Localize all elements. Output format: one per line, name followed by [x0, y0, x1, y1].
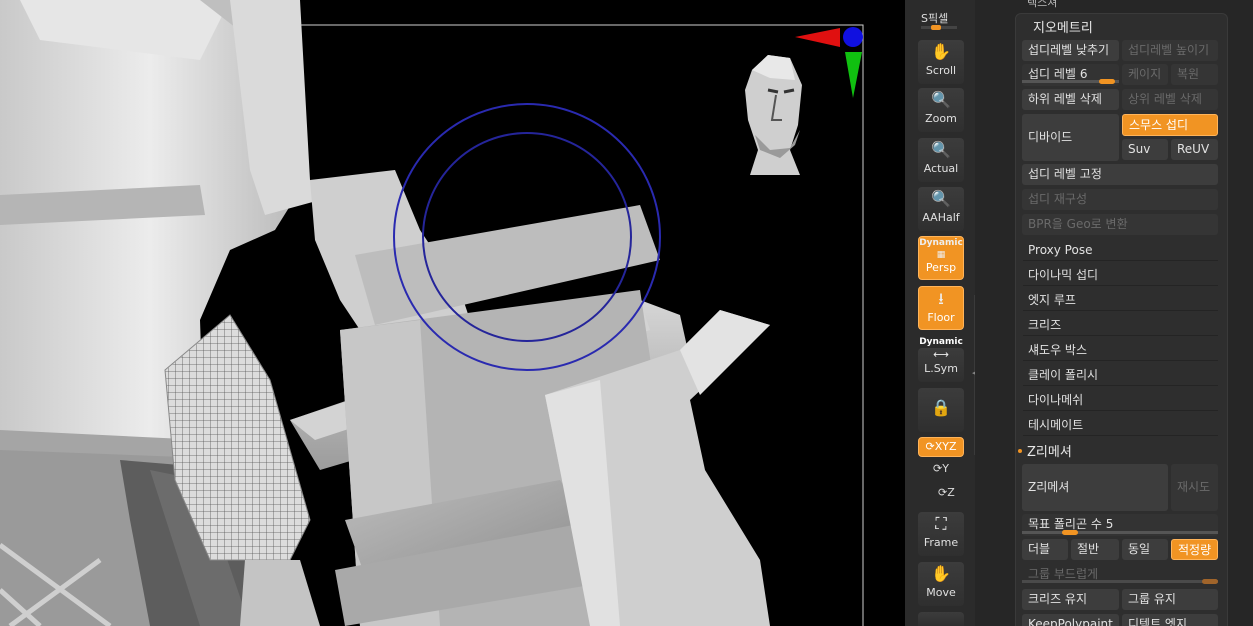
frame-button-label: Frame	[923, 536, 959, 549]
menu-dynamic-subdiv[interactable]: 다이나믹 섭디	[1023, 264, 1218, 286]
subdiv-level-knob[interactable]	[1099, 79, 1115, 84]
aahalf-button[interactable]: 🔍 AAHalf	[918, 187, 964, 231]
detect-edges-button[interactable]: 디텍트 엣지	[1122, 614, 1218, 626]
menu-edge-loop[interactable]: 엣지 루프	[1023, 289, 1218, 311]
hand-move-icon: ✋	[931, 42, 951, 61]
actual-button[interactable]: 🔍 Actual	[918, 138, 964, 182]
floor-button[interactable]: ⭳ Floor	[918, 286, 964, 330]
keep-groups-button[interactable]: 그룹 유지	[1122, 589, 1218, 610]
sculpt-model-render	[0, 0, 864, 626]
menu-crease[interactable]: 크리즈	[1023, 314, 1218, 336]
smooth-subdiv-toggle[interactable]: 스무스 섭디	[1122, 114, 1218, 136]
persp-dynamic-label: Dynamic	[919, 238, 963, 248]
persp-button-label: Persp	[925, 261, 957, 274]
magnifier-actual-icon: 🔍	[931, 140, 951, 159]
frame-button[interactable]: ⛶ Frame	[918, 512, 964, 556]
half-button[interactable]: 절반	[1071, 539, 1119, 560]
higher-subdiv-button[interactable]: 섭디레벨 높이기	[1122, 40, 1218, 61]
rotate-y-button[interactable]: ⟳Y	[933, 462, 949, 475]
spix-slider[interactable]	[921, 25, 957, 30]
frame-icon: ⛶	[935, 514, 947, 533]
subdiv-level-label: 섭디 레벨	[1028, 67, 1076, 81]
double-button[interactable]: 더블	[1022, 539, 1068, 560]
bpr-to-geo-button[interactable]: BPR을 Geo로 변환	[1022, 214, 1218, 235]
hand-move-icon: ✋	[931, 564, 951, 583]
menu-clay-polish[interactable]: 클레이 폴리시	[1023, 364, 1218, 386]
zremesher-button[interactable]: Z리메셔	[1022, 464, 1168, 511]
xyz-button-label: XYZ	[934, 440, 957, 453]
shelf-next-button[interactable]	[918, 612, 964, 626]
tool-panel: 텍스쳐 지오메트리 섭디레벨 낮추기 섭디레벨 높이기 섭디 레벨 6 케이지 …	[975, 0, 1253, 626]
divide-button[interactable]: 디바이드	[1022, 114, 1119, 161]
rotate-z-button[interactable]: ⟳Z	[938, 486, 955, 499]
3d-viewport[interactable]	[0, 0, 905, 626]
delete-higher-button[interactable]: 상위 레벨 삭제	[1122, 89, 1218, 110]
lsym-button-label: L.Sym	[924, 362, 958, 375]
axis-gizmo	[795, 27, 863, 98]
perspective-grid-icon: Dynamic ▦	[919, 238, 963, 260]
target-polygons-track[interactable]	[1022, 531, 1218, 534]
scroll-button[interactable]: ✋ Scroll	[918, 40, 964, 84]
group-smooth-track[interactable]	[1022, 580, 1218, 583]
floor-icon: ⭳	[938, 289, 944, 308]
menu-tessimate[interactable]: 테시메이트	[1023, 414, 1218, 436]
adaptive-toggle[interactable]: 적정량	[1171, 539, 1218, 560]
delete-lower-button[interactable]: 하위 레벨 삭제	[1022, 89, 1119, 110]
lock-icon: 🔒	[931, 398, 951, 417]
rotate-y-label: Y	[942, 462, 949, 475]
keep-creases-button[interactable]: 크리즈 유지	[1022, 589, 1119, 610]
spix-slider-knob[interactable]	[931, 25, 941, 30]
magnifier-half-icon: 🔍	[931, 189, 951, 208]
zoom-button[interactable]: 🔍 Zoom	[918, 88, 964, 132]
cage-button[interactable]: 케이지	[1122, 64, 1168, 85]
rotate-xyz-icon: ⟳	[925, 440, 935, 453]
restore-button[interactable]: 복원	[1171, 64, 1218, 85]
menu-shadow-box[interactable]: 섀도우 박스	[1023, 339, 1218, 361]
lsym-dynamic-label: Dynamic	[919, 337, 963, 347]
lsym-button[interactable]: ⟷ L.Sym	[918, 348, 964, 382]
right-shelf: S픽셀 ✋ Scroll 🔍 Zoom 🔍 Actual 🔍 AAHalf Dy…	[905, 0, 980, 626]
retry-button[interactable]: 재시도	[1171, 464, 1218, 511]
floor-button-label: Floor	[927, 311, 955, 324]
move-button-label: Move	[926, 586, 956, 599]
freeze-subdiv-button[interactable]: 섭디 레벨 고정	[1022, 164, 1218, 185]
same-button[interactable]: 동일	[1122, 539, 1168, 560]
lock-button[interactable]: 🔒	[918, 388, 964, 432]
geometry-title[interactable]: 지오메트리	[1033, 17, 1093, 36]
panel-top-label: 텍스쳐	[1027, 0, 1058, 9]
menu-dynamesh[interactable]: 다이나메쉬	[1023, 389, 1218, 411]
subdiv-level-value: 6	[1079, 67, 1088, 81]
target-polygons-label: 목표 폴리곤 수	[1028, 517, 1102, 531]
actual-button-label: Actual	[923, 162, 959, 175]
rotate-z-label: Z	[947, 486, 955, 499]
symmetry-arrows-icon: ⟷	[933, 348, 949, 361]
group-smooth-knob[interactable]	[1202, 579, 1218, 584]
target-polygons-value: 5	[1105, 517, 1114, 531]
zoom-button-label: Zoom	[925, 112, 957, 125]
suv-toggle[interactable]: Suv	[1122, 139, 1168, 160]
reuv-button[interactable]: ReUV	[1171, 139, 1218, 160]
move-button[interactable]: ✋ Move	[918, 562, 964, 606]
keep-polypaint-button[interactable]: KeepPolypaint	[1022, 614, 1119, 626]
xyz-button[interactable]: ⟳XYZ	[918, 437, 964, 457]
scroll-button-label: Scroll	[925, 64, 957, 77]
orientation-head-icon	[745, 55, 802, 175]
zremesher-title[interactable]: Z리메셔	[1027, 441, 1072, 460]
persp-button[interactable]: Dynamic ▦ Persp	[918, 236, 964, 280]
lower-subdiv-button[interactable]: 섭디레벨 낮추기	[1022, 40, 1119, 61]
menu-proxy-pose[interactable]: Proxy Pose	[1023, 239, 1218, 261]
spix-label: S픽셀	[921, 12, 949, 25]
aahalf-button-label: AAHalf	[922, 211, 960, 224]
zremesher-bullet-icon	[1018, 449, 1022, 453]
target-polygons-knob[interactable]	[1062, 530, 1078, 535]
reconstruct-subdiv-button[interactable]: 섭디 재구성	[1022, 189, 1218, 210]
magnifier-icon: 🔍	[931, 90, 951, 109]
